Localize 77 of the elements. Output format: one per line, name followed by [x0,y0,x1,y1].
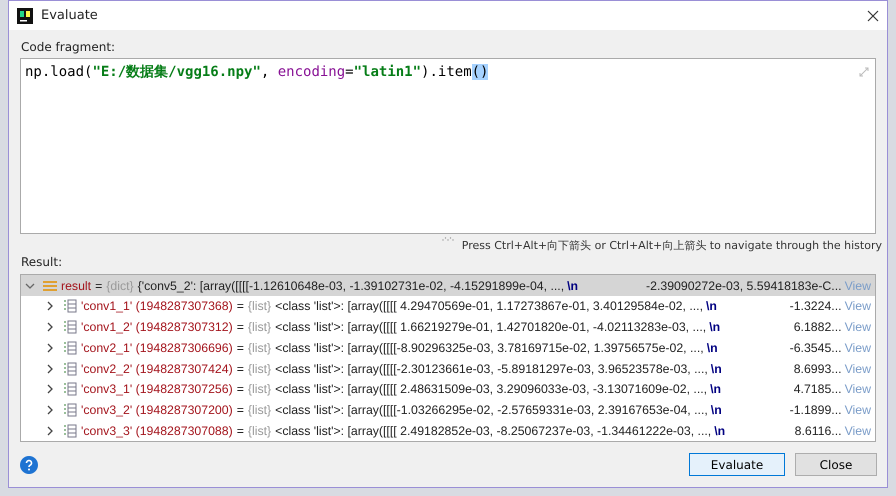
value-tail: -1.1899... [790,403,842,418]
variable-name: 'conv1_2' (1948287307312) [81,320,233,334]
value-tail: -1.3224... [790,299,842,314]
variable-value: <class 'list'>: [array([[[[-1.03266295e-02, -2.57659331e-03, 2.39167653e-04, ..., [275,403,708,418]
equals-sign: = [236,299,244,314]
equals-sign: = [236,340,244,355]
code-line: np.load("E:/数据集/vgg16.npy", encoding="latin1").item() [25,63,488,82]
list-icon [63,340,77,355]
app-logo-icon [17,8,33,24]
variable-value: <class 'list'>: [array([[[[-2.30123661e-03, -5.89181297e-03, 3.96523578e-03, ..., [275,362,708,376]
code-fragment-label: Code fragment: [21,40,116,54]
variable-type: {list} [248,320,272,334]
variable-name: result [61,278,92,293]
value-tail: 4.7185... [794,382,842,396]
equals-sign: = [236,362,244,376]
list-icon [63,403,77,418]
variable-value: {'conv5_2': [array([[[[-1.12610648e-03, -1.39102731e-02, -4.15291899e-04, ..., [138,278,564,293]
caret-right-icon[interactable] [45,364,55,374]
tree-row[interactable]: result = {dict} {'conv5_2': [array([[[[-1.12610648e-03, -1.39102731e-02, -4.15291899e-04, ..., \n -2.39090272e-03, 5.59418183e-C... View [21,275,875,296]
list-icon [63,382,77,396]
newline-escape: \n [709,320,720,334]
variable-name: 'conv3_3' (1948287307088) [81,424,233,438]
caret-down-icon[interactable] [25,280,35,291]
variable-value: <class 'list'>: [array([[[[ 1.66219279e-01, 1.42701820e-01, -4.02113283e-03, ..., [275,320,706,334]
caret-right-icon[interactable] [45,301,55,312]
variable-type: {list} [248,382,272,396]
value-tail: 8.6116... [794,424,842,438]
variable-type: {list} [248,362,272,376]
value-tail: -6.3545... [790,340,842,355]
dict-icon [43,280,57,292]
history-hint: Press Ctrl+Alt+向下箭头 or Ctrl+Alt+向上箭头 to navigate through the history [462,238,882,254]
variable-name: 'conv2_2' (1948287307424) [81,362,233,376]
caret-right-icon[interactable] [45,405,55,416]
equals-sign: = [236,382,244,396]
close-icon[interactable] [867,10,879,22]
variable-name: 'conv3_2' (1948287307200) [81,403,233,418]
equals-sign: = [236,320,244,334]
variable-type: {list} [248,424,272,438]
splitter-handle[interactable] [441,236,455,242]
equals-sign: = [236,403,244,418]
window-title: Evaluate [41,8,98,24]
newline-escape: \n [710,362,722,376]
caret-right-icon[interactable] [45,426,55,436]
list-icon [63,320,77,334]
help-icon[interactable] [20,456,38,474]
variable-value: <class 'list'>: [array([[[[ 2.49182852e-03, -8.25067237e-03, -1.34461222e-03, ..., [275,424,712,438]
equals-sign: = [95,278,102,293]
caret-right-icon[interactable] [45,322,55,332]
variable-value: <class 'list'>: [array([[[[ 2.48631509e-03, 3.29096033e-03, -3.13071609e-02, ..., [275,382,708,396]
equals-sign: = [236,424,244,438]
variable-value: <class 'list'>: [array([[[[-8.90296325e-03, 3.78169715e-02, 1.39756575e-02, ..., [275,340,704,355]
close-button[interactable]: Close [795,453,877,476]
variable-type: {list} [248,340,272,355]
variable-name: 'conv2_1' (1948287306696) [81,340,233,355]
code-editor[interactable]: np.load("E:/数据集/vgg16.npy", encoding="latin1").item() [20,58,876,234]
list-icon [63,299,77,314]
newline-escape: \n [710,403,722,418]
variable-type: {list} [248,403,272,418]
variable-name: 'conv1_1' (1948287307368) [81,299,233,314]
variable-name: 'conv3_1' (1948287307256) [81,382,233,396]
list-icon [63,424,77,438]
variable-value: <class 'list'>: [array([[[[ 4.29470569e-01, 1.17273867e-01, 3.40129584e-02, ..., [275,299,704,314]
variable-type: {list} [248,299,272,314]
variable-type: {dict} [106,278,134,293]
newline-escape: \n [567,278,578,293]
newline-escape: \n [710,382,722,396]
value-tail: 8.6993... [794,362,842,376]
value-tail: -2.39090272e-03, 5.59418183e-C... [646,278,842,293]
evaluate-button[interactable]: Evaluate [689,453,785,476]
list-icon [63,362,77,376]
newline-escape: \n [706,340,718,355]
caret-right-icon[interactable] [45,384,55,394]
newline-escape: \n [714,424,726,438]
value-tail: 6.1882... [794,320,842,334]
newline-escape: \n [706,299,717,314]
caret-right-icon[interactable] [45,342,55,353]
result-label: Result: [21,255,62,270]
